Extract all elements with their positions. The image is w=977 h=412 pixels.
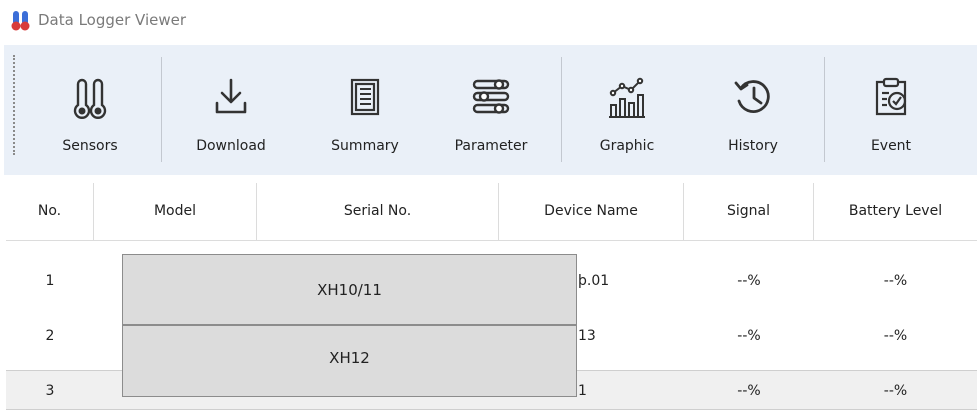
cell-device-name: þ.01 [578,273,610,289]
toolbar-grip[interactable] [13,55,15,155]
sensors-button[interactable]: Sensors [26,45,154,175]
column-header-battery[interactable]: Battery Level [814,183,977,240]
parameter-label: Parameter [454,138,528,154]
column-header-no[interactable]: No. [6,183,94,240]
table-header: No. Model Serial No. Device Name Signal … [6,183,977,241]
toolbar: Sensors Download Summary Parameter Graph… [4,45,977,175]
cell-device-name: 1 [578,383,587,399]
toolbar-separator [824,57,825,162]
cell-battery: --% [883,328,908,344]
history-button[interactable]: History [698,45,808,175]
chart-icon [609,77,645,118]
thermometers-icon [73,78,107,119]
history-icon [734,80,770,113]
document-list-icon [350,78,380,116]
cell-device-name: 13 [578,328,596,344]
column-header-signal[interactable]: Signal [684,183,814,240]
download-icon [215,78,247,114]
cell-signal: --% [737,273,761,289]
sensors-label: Sensors [62,138,118,154]
model-option-xh10-11[interactable]: XH10/11 [123,255,576,325]
event-button[interactable]: Event [836,45,946,175]
model-option-xh12[interactable]: XH12 [123,326,576,396]
cell-battery: --% [883,383,908,399]
model-dropdown-list[interactable]: XH10/11 XH12 [122,254,577,397]
summary-label: Summary [331,138,399,154]
toolbar-separator [561,57,562,162]
history-label: History [728,138,778,154]
toolbar-separator [161,57,162,162]
cell-signal: --% [737,383,761,399]
cell-no: 1 [45,273,55,289]
graphic-label: Graphic [599,138,655,154]
graphic-button[interactable]: Graphic [572,45,682,175]
column-header-serial[interactable]: Serial No. [257,183,499,240]
title-bar: Data Logger Viewer [0,0,977,44]
cell-signal: --% [737,328,761,344]
summary-button[interactable]: Summary [310,45,420,175]
cell-no: 2 [45,328,55,344]
sliders-icon [472,79,510,114]
event-check-icon [875,77,907,116]
window-title: Data Logger Viewer [38,11,187,29]
download-button[interactable]: Download [172,45,290,175]
column-header-model[interactable]: Model [94,183,257,240]
thermometer-icon [11,11,30,31]
parameter-button[interactable]: Parameter [436,45,546,175]
cell-battery: --% [883,273,908,289]
cell-no: 3 [45,383,55,399]
column-header-device-name[interactable]: Device Name [499,183,684,240]
event-label: Event [870,138,912,154]
download-label: Download [196,138,266,154]
